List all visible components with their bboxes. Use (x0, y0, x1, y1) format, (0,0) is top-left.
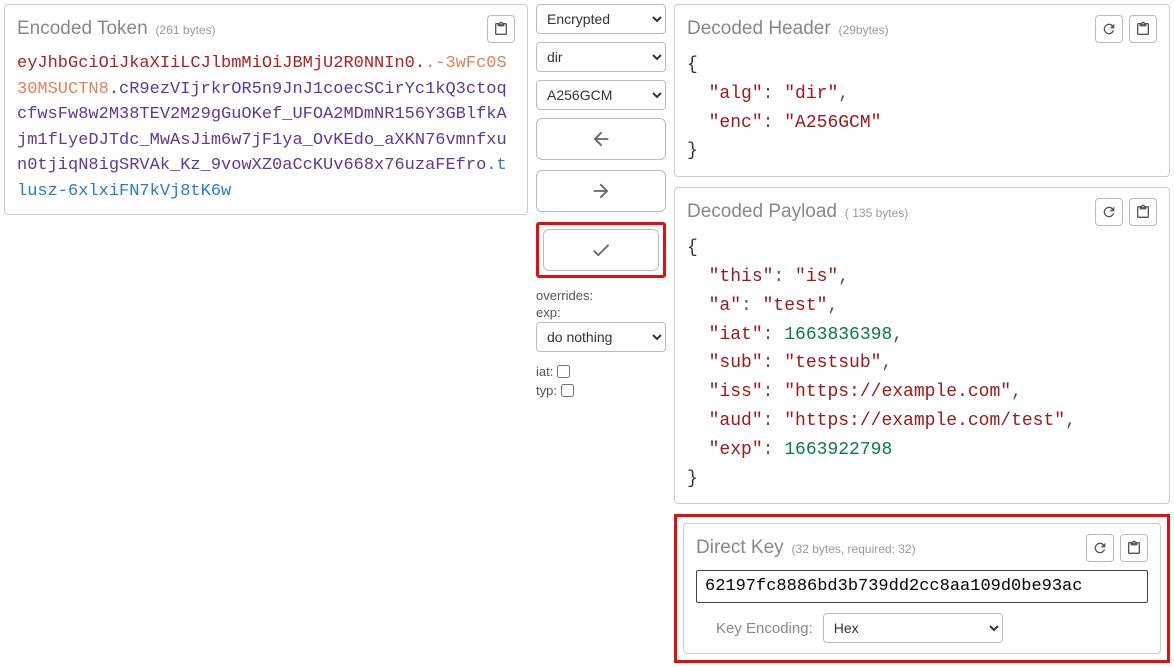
direct-key-title: Direct Key (696, 537, 784, 558)
key-refresh-button[interactable] (1086, 534, 1114, 562)
key-encoding-label: Key Encoding: (696, 620, 813, 637)
key-copy-button[interactable] (1120, 534, 1148, 562)
paste-button[interactable] (487, 15, 515, 43)
controls-column: Encrypted dir A256GCM overrides: exp: do… (536, 4, 666, 663)
alg-select[interactable]: dir (536, 42, 666, 72)
decoded-payload-size: ( 135 bytes) (845, 206, 908, 220)
payload-copy-button[interactable] (1129, 198, 1157, 226)
arrow-right-icon (590, 180, 612, 202)
decode-button[interactable] (536, 118, 666, 160)
iat-label: iat: (536, 364, 553, 379)
header-copy-button[interactable] (1129, 15, 1157, 43)
verify-highlight (536, 222, 666, 278)
encoded-token-size: (261 bytes) (156, 23, 216, 37)
encoded-token-title: Encoded Token (17, 18, 148, 39)
clipboard-icon (1135, 21, 1151, 37)
encoded-token-text[interactable]: eyJhbGciOiJkaXIiLCJlbmMiOiJBMjU2R0NNIn0.… (17, 51, 515, 204)
payload-refresh-button[interactable] (1095, 198, 1123, 226)
decoded-payload-json[interactable]: { "this": "is", "a": "test", "iat": 1663… (687, 234, 1157, 493)
clipboard-icon (1126, 540, 1142, 556)
clipboard-icon (1135, 204, 1151, 220)
iat-checkbox[interactable] (557, 365, 570, 378)
decoded-payload-title: Decoded Payload (687, 201, 837, 222)
direct-key-size: (32 bytes, required: 32) (792, 542, 916, 556)
refresh-icon (1101, 21, 1117, 37)
typ-checkbox[interactable] (561, 384, 574, 397)
direct-key-input[interactable] (696, 570, 1148, 603)
exp-label: exp: (536, 305, 666, 320)
overrides-label: overrides: (536, 288, 666, 303)
key-encoding-select[interactable]: Hex (823, 613, 1003, 643)
encoded-token-panel: Encoded Token (261 bytes) eyJhbGciOiJkaX… (4, 4, 528, 215)
check-icon (590, 239, 612, 261)
decoded-header-title: Decoded Header (687, 18, 831, 39)
decoded-header-panel: Decoded Header (29bytes) { "alg": "dir",… (674, 4, 1170, 177)
exp-override-select[interactable]: do nothing (536, 322, 666, 352)
verify-button[interactable] (543, 229, 659, 271)
refresh-icon (1101, 204, 1117, 220)
token-type-select[interactable]: Encrypted (536, 4, 666, 34)
header-refresh-button[interactable] (1095, 15, 1123, 43)
token-header-part: eyJhbGciOiJkaXIiLCJlbmMiOiJBMjU2R0NNIn0. (17, 54, 425, 73)
decoded-header-json[interactable]: { "alg": "dir", "enc": "A256GCM" } (687, 51, 1157, 166)
refresh-icon (1092, 540, 1108, 556)
decoded-payload-panel: Decoded Payload ( 135 bytes) { "this": "… (674, 187, 1170, 504)
enc-select[interactable]: A256GCM (536, 80, 666, 110)
typ-label: typ: (536, 383, 557, 398)
direct-key-highlight: Direct Key (32 bytes, required: 32) (674, 514, 1170, 663)
decoded-header-size: (29bytes) (839, 23, 889, 37)
encode-button[interactable] (536, 170, 666, 212)
clipboard-icon (493, 21, 509, 37)
arrow-left-icon (590, 128, 612, 150)
direct-key-panel: Direct Key (32 bytes, required: 32) (683, 523, 1161, 654)
